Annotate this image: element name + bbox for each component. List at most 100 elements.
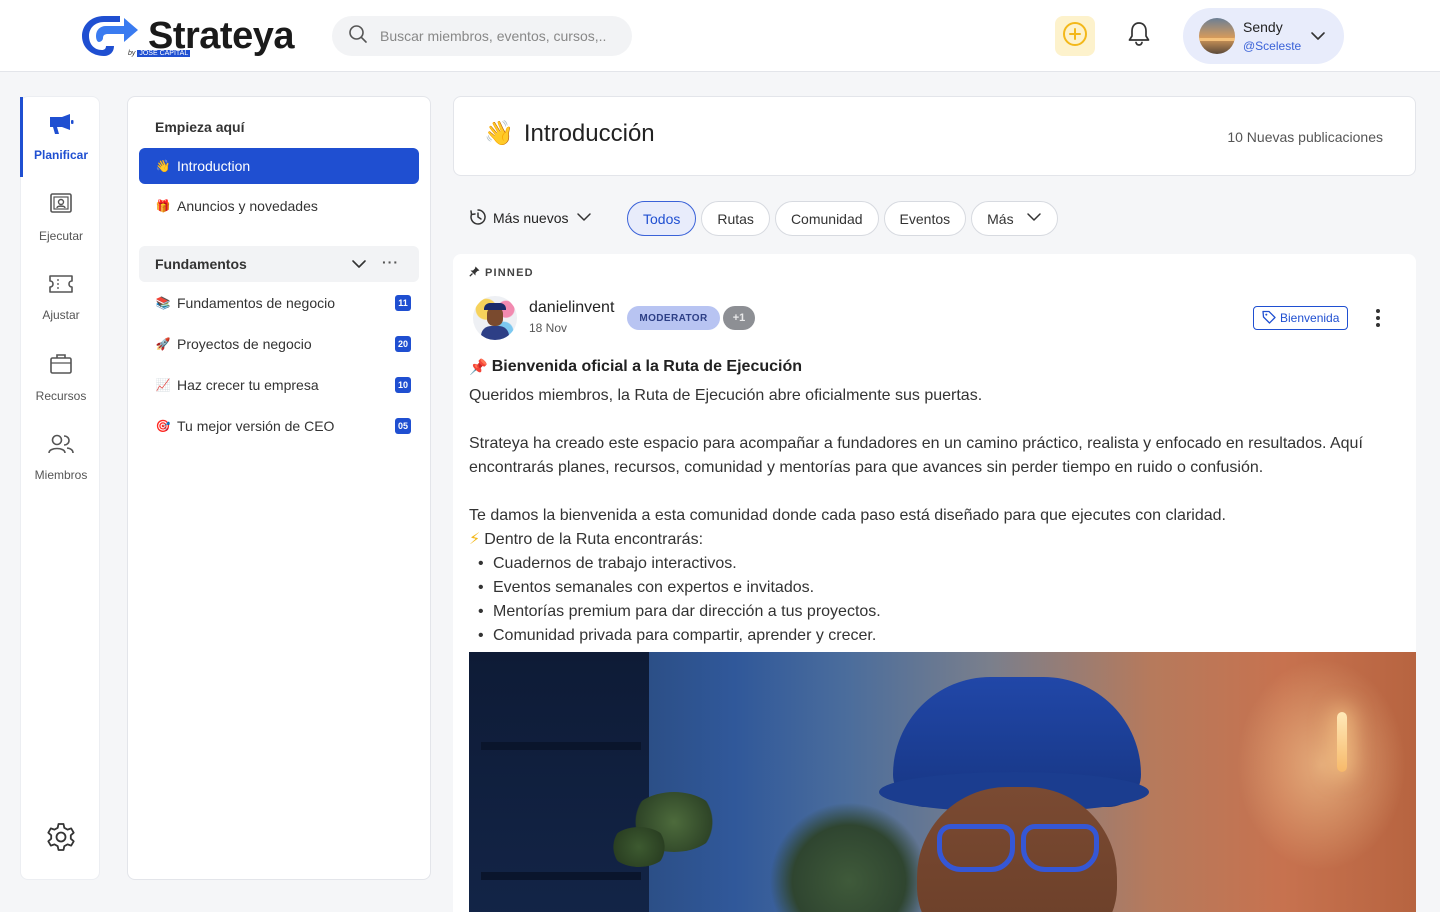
books-icon: 📚 [155,296,171,310]
logo-byline-brand: JOSE CAPITAL [137,50,191,57]
pushpin-icon: 📌 [469,359,488,376]
notifications-button[interactable] [1119,16,1159,56]
sort-label: Más nuevos [493,210,569,226]
course-item-label: Anuncios y novedades [177,198,318,214]
bell-icon [1127,21,1151,52]
post-list-intro-text: Dentro de la Ruta encontrarás: [484,531,704,548]
settings-button[interactable] [45,821,77,853]
search-icon [348,24,368,49]
user-name: Sendy [1243,19,1283,35]
page-title-text: Introducción [523,119,655,147]
sort-dropdown[interactable]: Más nuevos [469,206,592,230]
course-item-label: Tu mejor versión de CEO [177,418,335,434]
chevron-down-icon [1026,210,1042,227]
filter-rutas[interactable]: Rutas [701,201,770,236]
waving-hand-icon: 👋 [155,159,171,173]
course-item-proyectos-negocio[interactable]: 🚀 Proyectos de negocio 20 [139,326,419,362]
briefcase-icon [49,352,73,381]
section-title: Empieza aquí [155,119,245,135]
nav-planificar-label: Planificar [33,147,89,162]
post-list-intro: ⚡ Dentro de la Ruta encontrarás: [469,528,1399,552]
user-avatar [1199,18,1235,54]
course-item-fundamentos-negocio[interactable]: 📚 Fundamentos de negocio 11 [139,285,419,321]
gear-icon [45,823,77,857]
pinned-label: PINNED [469,266,534,280]
post-tag[interactable]: Bienvenida [1253,306,1348,330]
ticket-icon [48,273,74,300]
course-item-label: Haz crecer tu empresa [177,377,319,393]
user-handle: @Sceleste [1243,39,1302,53]
nav-ejecutar-label: Ejecutar [38,228,84,243]
chevron-down-icon [1310,28,1326,49]
lesson-count-badge: 20 [395,336,411,352]
course-item-anuncios[interactable]: 🎁 Anuncios y novedades [139,188,419,224]
gift-icon: 🎁 [155,199,171,213]
group-title: Fundamentos [155,256,247,272]
list-item: Eventos semanales con expertos e invitad… [469,576,1399,600]
logo-byline: by JOSE CAPITAL [128,50,191,57]
lesson-count-badge: 11 [395,295,411,311]
lesson-count-badge: 10 [395,377,411,393]
course-item-mejor-ceo[interactable]: 🎯 Tu mejor versión de CEO 05 [139,408,419,444]
course-item-label: Introduction [177,158,251,174]
tag-icon [1262,310,1280,327]
rocket-icon: 🚀 [155,337,171,351]
author-name[interactable]: danielinvent [529,299,614,317]
filter-eventos[interactable]: Eventos [883,201,967,236]
users-icon [47,433,75,460]
page-header-card: 👋 Introducción 10 Nuevas publicaciones [453,96,1416,176]
course-item-label: Fundamentos de negocio [177,295,335,311]
post-paragraph: Queridos miembros, la Ruta de Ejecución … [469,387,983,404]
pinned-post: PINNED danielinvent 18 Nov MODERATOR +1 … [453,254,1416,912]
list-item: Comunidad privada para compartir, aprend… [469,624,1399,648]
author-avatar[interactable] [473,296,517,340]
chevron-down-icon [576,210,592,227]
post-date: 18 Nov [529,321,568,335]
megaphone-icon [48,113,74,140]
nav-miembros[interactable]: Miembros [21,417,101,497]
moderator-badge: MODERATOR [627,306,720,330]
post-menu-kebab-icon[interactable] [1368,308,1388,328]
group-fundamentos[interactable]: Fundamentos ··· [139,246,419,282]
list-item: Cuadernos de trabajo interactivos. [469,552,1399,576]
strateya-logo[interactable]: Strateya by JOSE CAPITAL [80,12,294,60]
course-item-introduction[interactable]: 👋 Introduction [139,148,419,184]
filter-todos[interactable]: Todos [627,201,697,236]
nav-miembros-label: Miembros [34,467,88,482]
extra-roles-badge[interactable]: +1 [723,306,755,330]
filter-mas-label: Más [987,210,1014,227]
lightning-icon: ⚡ [469,531,481,548]
list-item: Mentorías premium para dar dirección a t… [469,600,1399,624]
filter-comunidad[interactable]: Comunidad [774,201,879,236]
post-title-text: Bienvenida oficial a la Ruta de Ejecució… [491,358,802,375]
waving-hand-icon: 👋 [484,120,514,147]
new-posts-count[interactable]: 10 Nuevas publicaciones [1227,129,1383,145]
nav-ajustar[interactable]: Ajustar [21,257,101,337]
chart-up-icon: 📈 [155,378,171,392]
search-input[interactable] [380,28,620,44]
nav-planificar[interactable]: Planificar [20,97,101,177]
logo-byline-prefix: by [128,50,136,57]
more-options-icon[interactable]: ··· [382,254,399,270]
main-nav-rail: Planificar Ejecutar Ajustar Recursos Mie… [20,96,100,880]
plus-circle-icon [1062,21,1088,52]
post-tag-label: Bienvenida [1280,311,1340,325]
nav-recursos[interactable]: Recursos [21,337,101,417]
user-menu[interactable]: Sendy @Sceleste [1183,8,1344,64]
post-body: Queridos miembros, la Ruta de Ejecución … [469,384,1399,648]
search-bar[interactable] [332,16,632,56]
create-button[interactable] [1055,16,1095,56]
filter-mas[interactable]: Más [971,201,1058,236]
page-title: 👋 Introducción [484,119,655,148]
post-title: 📌 Bienvenida oficial a la Ruta de Ejecuc… [469,358,802,376]
post-bullet-list: Cuadernos de trabajo interactivos. Event… [469,552,1399,648]
post-paragraph: Te damos la bienvenida a esta comunidad … [469,507,1226,524]
presentation-icon [49,192,73,221]
course-item-haz-crecer[interactable]: 📈 Haz crecer tu empresa 10 [139,367,419,403]
target-icon: 🎯 [155,419,171,433]
course-sidebar: Empieza aquí 👋 Introduction 🎁 Anuncios y… [127,96,431,880]
course-item-label: Proyectos de negocio [177,336,312,352]
chevron-down-icon[interactable] [351,257,367,274]
post-image[interactable] [469,652,1416,912]
nav-ejecutar[interactable]: Ejecutar [21,177,101,257]
